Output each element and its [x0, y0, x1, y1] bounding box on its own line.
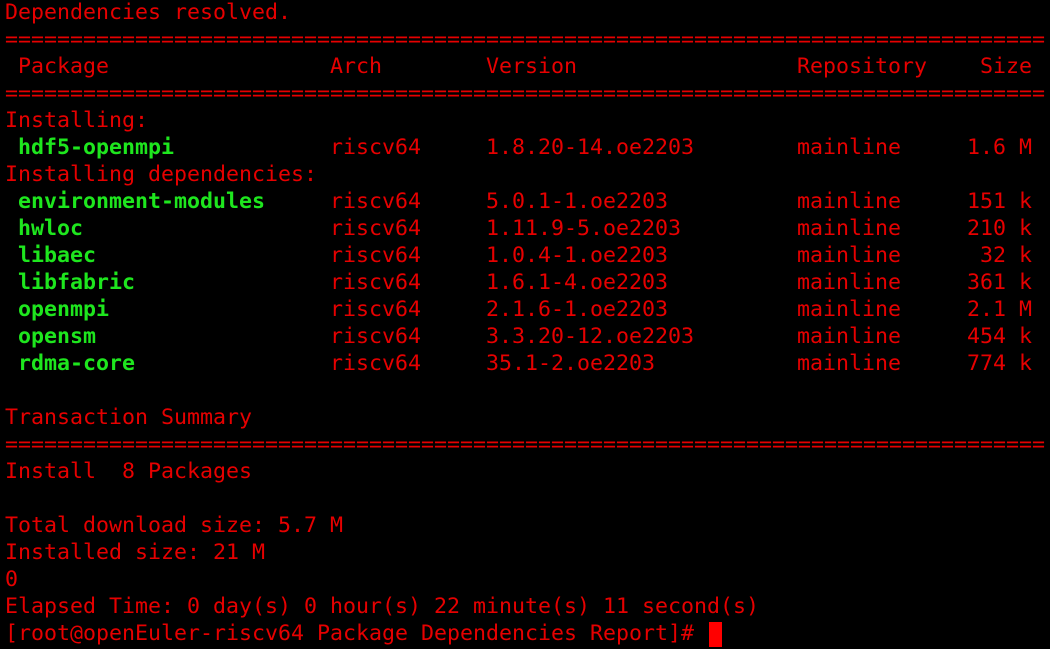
package-name: environment-modules	[18, 189, 266, 214]
header-repository: Repository	[797, 54, 928, 79]
package-repo: mainline	[797, 216, 902, 241]
package-size: 774 k	[966, 351, 1032, 376]
package-name: libaec	[18, 243, 97, 268]
total-download-size: Total download size: 5.7 M	[5, 513, 344, 538]
package-arch: riscv64	[330, 189, 422, 214]
package-arch: riscv64	[330, 135, 422, 160]
summary-title: Transaction Summary	[5, 405, 253, 430]
package-arch: riscv64	[330, 351, 422, 376]
dependencies-label: Installing dependencies:	[5, 162, 318, 187]
package-arch: riscv64	[330, 297, 422, 322]
header-size: Size	[979, 54, 1032, 79]
separator-line: ========================================…	[5, 27, 1045, 52]
package-size: 361 k	[966, 270, 1032, 295]
package-repo: mainline	[797, 135, 902, 160]
package-name: libfabric	[18, 270, 136, 295]
package-name: opensm	[18, 324, 97, 349]
package-size: 210 k	[966, 216, 1032, 241]
package-version: 1.8.20-14.oe2203	[486, 135, 695, 160]
package-size: 32 k	[979, 243, 1032, 268]
package-name: hdf5-openmpi	[18, 135, 175, 160]
package-arch: riscv64	[330, 216, 422, 241]
header-version: Version	[486, 54, 578, 79]
package-repo: mainline	[797, 189, 902, 214]
separator-line: ========================================…	[5, 432, 1045, 457]
text-cursor[interactable]	[709, 621, 723, 647]
package-repo: mainline	[797, 324, 902, 349]
header-package: Package	[18, 54, 110, 79]
package-version: 1.0.4-1.oe2203	[486, 243, 669, 268]
shell-prompt: [root@openEuler-riscv64 Package Dependen…	[5, 621, 708, 646]
installed-size: Installed size: 21 M	[5, 540, 266, 565]
install-summary: Install 8 Packages	[5, 459, 253, 484]
exit-code: 0	[5, 567, 19, 592]
installing-label: Installing:	[5, 108, 149, 133]
package-size: 151 k	[966, 189, 1032, 214]
separator-line: ========================================…	[5, 81, 1045, 106]
package-version: 1.11.9-5.oe2203	[486, 216, 682, 241]
status-line: Dependencies resolved.	[5, 0, 292, 25]
package-arch: riscv64	[330, 270, 422, 295]
shell-prompt-line[interactable]: [root@openEuler-riscv64 Package Dependen…	[5, 620, 723, 647]
package-version: 1.6.1-4.oe2203	[486, 270, 669, 295]
package-arch: riscv64	[330, 243, 422, 268]
package-version: 2.1.6-1.oe2203	[486, 297, 669, 322]
package-name: rdma-core	[18, 351, 136, 376]
package-version: 3.3.20-12.oe2203	[486, 324, 695, 349]
package-repo: mainline	[797, 243, 902, 268]
package-version: 5.0.1-1.oe2203	[486, 189, 669, 214]
package-size: 1.6 M	[966, 135, 1032, 160]
package-size: 454 k	[966, 324, 1032, 349]
package-repo: mainline	[797, 270, 902, 295]
package-size: 2.1 M	[966, 297, 1032, 322]
package-version: 35.1-2.oe2203	[486, 351, 656, 376]
package-arch: riscv64	[330, 324, 422, 349]
package-name: openmpi	[18, 297, 110, 322]
package-repo: mainline	[797, 297, 902, 322]
package-name: hwloc	[18, 216, 84, 241]
elapsed-time: Elapsed Time: 0 day(s) 0 hour(s) 22 minu…	[5, 594, 760, 619]
package-repo: mainline	[797, 351, 902, 376]
header-arch: Arch	[330, 54, 383, 79]
terminal-window[interactable]: { "colors": { "background": "#000000", "…	[0, 0, 1050, 649]
